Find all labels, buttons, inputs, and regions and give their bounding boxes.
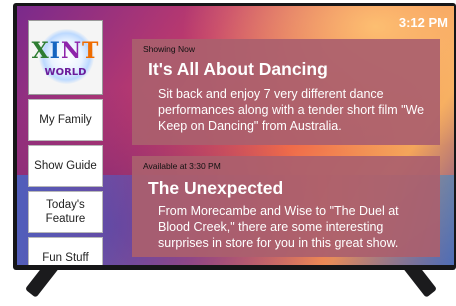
menu-item-fun-stuff[interactable]: Fun Stuff xyxy=(28,237,103,265)
clock: 3:12 PM xyxy=(398,15,448,30)
up-next-label: Available at 3:30 PM xyxy=(143,161,221,171)
logo-subtitle: WORLD xyxy=(44,67,87,78)
now-showing-description: Sit back and enjoy 7 very different danc… xyxy=(158,87,425,133)
up-next-title: The Unexpected xyxy=(148,178,284,198)
now-showing-card[interactable]: Showing Now It's All About Dancing Sit b… xyxy=(132,39,440,145)
menu-item-label: Show Guide xyxy=(34,160,97,172)
side-menu: XINT WORLD My Family Show Guide Today's … xyxy=(28,20,103,265)
menu-item-show-guide[interactable]: Show Guide xyxy=(28,145,103,187)
up-next-card[interactable]: Available at 3:30 PM The Unexpected From… xyxy=(132,156,440,257)
tv-frame: 3:12 PM XINT WORLD My Family Show Guide … xyxy=(13,3,456,270)
menu-item-label: My Family xyxy=(39,114,92,126)
tv-screen: 3:12 PM XINT WORLD My Family Show Guide … xyxy=(17,6,454,265)
tv-scene: 3:12 PM XINT WORLD My Family Show Guide … xyxy=(0,0,456,306)
now-showing-title: It's All About Dancing xyxy=(148,59,328,79)
logo-title: XINT xyxy=(31,38,100,64)
menu-item-label: Today's Feature xyxy=(45,199,86,225)
up-next-description: From Morecambe and Wise to "The Duel at … xyxy=(158,204,399,250)
xint-world-logo[interactable]: XINT WORLD xyxy=(28,20,103,95)
menu-item-my-family[interactable]: My Family xyxy=(28,99,103,141)
now-showing-label: Showing Now xyxy=(143,44,195,54)
menu-item-todays-feature[interactable]: Today's Feature xyxy=(28,191,103,233)
menu-item-label: Fun Stuff xyxy=(42,252,89,264)
